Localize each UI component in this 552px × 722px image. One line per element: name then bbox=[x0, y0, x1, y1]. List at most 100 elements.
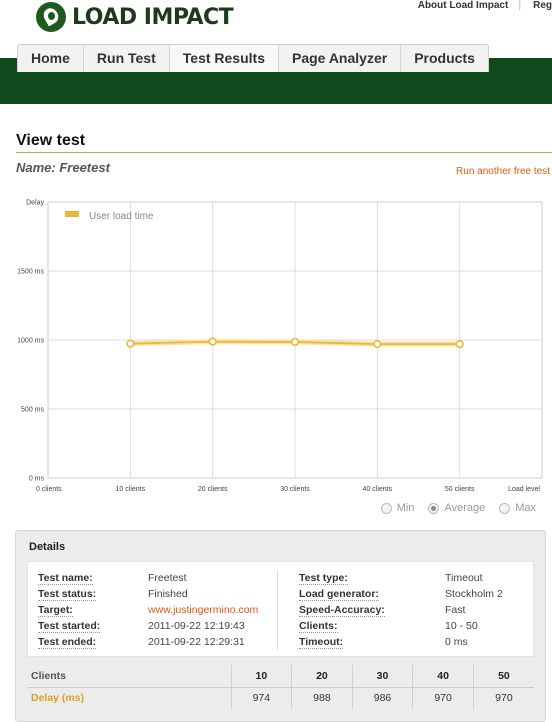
data-point bbox=[373, 340, 382, 349]
detail-label: Test ended: bbox=[38, 636, 97, 649]
top-links: About Load Impact | Reg bbox=[406, 0, 552, 11]
logo-text: LOAD IMPACT bbox=[72, 4, 234, 30]
detail-row: Load generator: Stockholm 2 bbox=[299, 586, 503, 602]
details-title: Details bbox=[29, 541, 66, 553]
detail-label: Test started: bbox=[38, 620, 101, 633]
radio-average[interactable]: Average bbox=[428, 502, 485, 514]
table-cell: 10 bbox=[230, 665, 292, 687]
table-cell: 50 bbox=[472, 665, 534, 687]
detail-value: Finished bbox=[148, 588, 188, 600]
radio-min-label: Min bbox=[396, 502, 415, 514]
detail-row: Clients: 10 - 50 bbox=[299, 618, 503, 634]
page-title: View test bbox=[16, 132, 86, 149]
tab-products[interactable]: Products bbox=[401, 45, 488, 72]
x-tick-label: Load level bbox=[508, 486, 540, 493]
detail-row: Test type: Timeout bbox=[299, 570, 503, 586]
x-tick-label: 30 clients bbox=[280, 486, 310, 493]
detail-row: Test ended: 2011-09-22 12:29:31 bbox=[38, 634, 258, 650]
aggregation-options: Min Average Max bbox=[367, 502, 536, 514]
detail-label: Load generator: bbox=[299, 588, 379, 601]
chart-x-ticks: 0 clients 10 clients 20 clients 30 clients 4… bbox=[36, 486, 540, 493]
tab-page-analyzer[interactable]: Page Analyzer bbox=[279, 45, 402, 72]
about-link[interactable]: About Load Impact bbox=[418, 0, 509, 11]
table-row: Delay (ms) 974 988 986 970 970 bbox=[27, 686, 534, 709]
detail-value: Fast bbox=[445, 604, 466, 616]
y-tick-label: Delay bbox=[26, 200, 44, 207]
data-point bbox=[208, 337, 217, 346]
table-row-label: Clients bbox=[31, 669, 67, 682]
target-link[interactable]: www.justingermino.com bbox=[148, 604, 258, 616]
detail-label: Target: bbox=[38, 604, 73, 617]
details-info-box: Test name: Freetest Test status: Finished … bbox=[27, 561, 534, 657]
logo-icon bbox=[36, 2, 66, 32]
detail-row: Test status: Finished bbox=[38, 586, 258, 602]
legend-swatch bbox=[65, 211, 79, 217]
radio-average-dot bbox=[428, 502, 440, 514]
y-tick-label: 1000 ms bbox=[17, 338, 44, 345]
data-point bbox=[290, 337, 300, 347]
detail-row: Test started: 2011-09-22 12:19:43 bbox=[38, 618, 258, 634]
main-nav: Home Run Test Test Results Page Analyzer… bbox=[17, 44, 489, 72]
y-tick-label: 500 ms bbox=[21, 407, 44, 414]
y-tick-label: 0 ms bbox=[29, 476, 45, 483]
data-point bbox=[455, 340, 464, 349]
table-cell: 20 bbox=[291, 665, 353, 687]
x-tick-label: 40 clients bbox=[363, 486, 393, 493]
detail-value: Freetest bbox=[148, 572, 187, 584]
detail-label: Test type: bbox=[299, 572, 348, 585]
detail-label: Test name: bbox=[38, 572, 93, 585]
x-tick-label: 10 clients bbox=[116, 486, 146, 493]
detail-label: Clients: bbox=[299, 620, 338, 633]
top-links-separator: | bbox=[518, 0, 522, 11]
table-cell: 986 bbox=[351, 686, 413, 709]
chart-y-ticks: 0 ms 500 ms 1000 ms 1500 ms Delay bbox=[17, 200, 44, 483]
x-tick-label: 20 clients bbox=[198, 486, 228, 493]
load-impact-logo[interactable]: LOAD IMPACT bbox=[36, 2, 234, 32]
title-divider bbox=[16, 152, 552, 153]
table-row-label: Delay (ms) bbox=[27, 686, 232, 709]
radio-min[interactable]: Min bbox=[380, 502, 415, 514]
details-column-divider bbox=[277, 570, 278, 650]
detail-row: Timeout: 0 ms bbox=[299, 634, 503, 650]
table-cell: 40 bbox=[412, 665, 474, 687]
register-link[interactable]: Reg bbox=[533, 0, 552, 11]
tab-home[interactable]: Home bbox=[18, 45, 84, 72]
detail-value: Timeout bbox=[445, 572, 483, 584]
y-tick-label: 1500 ms bbox=[17, 269, 44, 276]
load-time-chart: 0 ms 500 ms 1000 ms 1500 ms Delay 0 clients 1… bbox=[17, 200, 543, 493]
detail-value: Stockholm 2 bbox=[445, 588, 503, 600]
details-panel: Details Test name: Freetest Test status: F… bbox=[15, 530, 546, 722]
run-another-test-link[interactable]: Run another free test bbox=[456, 166, 550, 177]
detail-value: 2011-09-22 12:19:43 bbox=[148, 620, 245, 632]
radio-max-label: Max bbox=[515, 502, 536, 514]
table-cell: 988 bbox=[291, 686, 353, 709]
detail-value: 0 ms bbox=[445, 636, 468, 648]
x-tick-label: 50 clients bbox=[445, 486, 475, 493]
table-cell: 30 bbox=[351, 665, 413, 687]
detail-value: 2011-09-22 12:29:31 bbox=[148, 636, 245, 648]
radio-average-label: Average bbox=[444, 502, 486, 514]
test-name-heading: Name: Freetest bbox=[16, 160, 110, 175]
radio-min-dot bbox=[380, 502, 392, 514]
table-row: Clients 10 20 30 40 50 bbox=[27, 665, 534, 687]
tab-run-test[interactable]: Run Test bbox=[84, 45, 170, 72]
detail-row: Test name: Freetest bbox=[38, 570, 258, 586]
detail-label: Test status: bbox=[38, 588, 97, 601]
radio-max-dot bbox=[499, 502, 511, 514]
radio-max[interactable]: Max bbox=[499, 502, 536, 514]
detail-row: Speed-Accuracy: Fast bbox=[299, 602, 503, 618]
table-cell: 970 bbox=[412, 686, 474, 709]
details-left-column: Test name: Freetest Test status: Finished … bbox=[38, 570, 258, 650]
legend-label: User load time bbox=[89, 211, 154, 222]
detail-label: Speed-Accuracy: bbox=[299, 604, 385, 617]
table-cell: 974 bbox=[230, 686, 292, 709]
detail-value: 10 - 50 bbox=[445, 620, 478, 632]
data-point bbox=[126, 339, 135, 348]
table-cell: 970 bbox=[472, 686, 534, 709]
tab-test-results[interactable]: Test Results bbox=[169, 45, 279, 72]
clients-delay-table: Clients 10 20 30 40 50 Delay (ms) 974 98… bbox=[27, 665, 534, 709]
detail-label: Timeout: bbox=[299, 636, 344, 649]
detail-row: Target: www.justingermino.com bbox=[38, 602, 258, 618]
x-tick-label: 0 clients bbox=[36, 486, 62, 493]
details-right-column: Test type: Timeout Load generator: Stockho… bbox=[299, 570, 503, 650]
